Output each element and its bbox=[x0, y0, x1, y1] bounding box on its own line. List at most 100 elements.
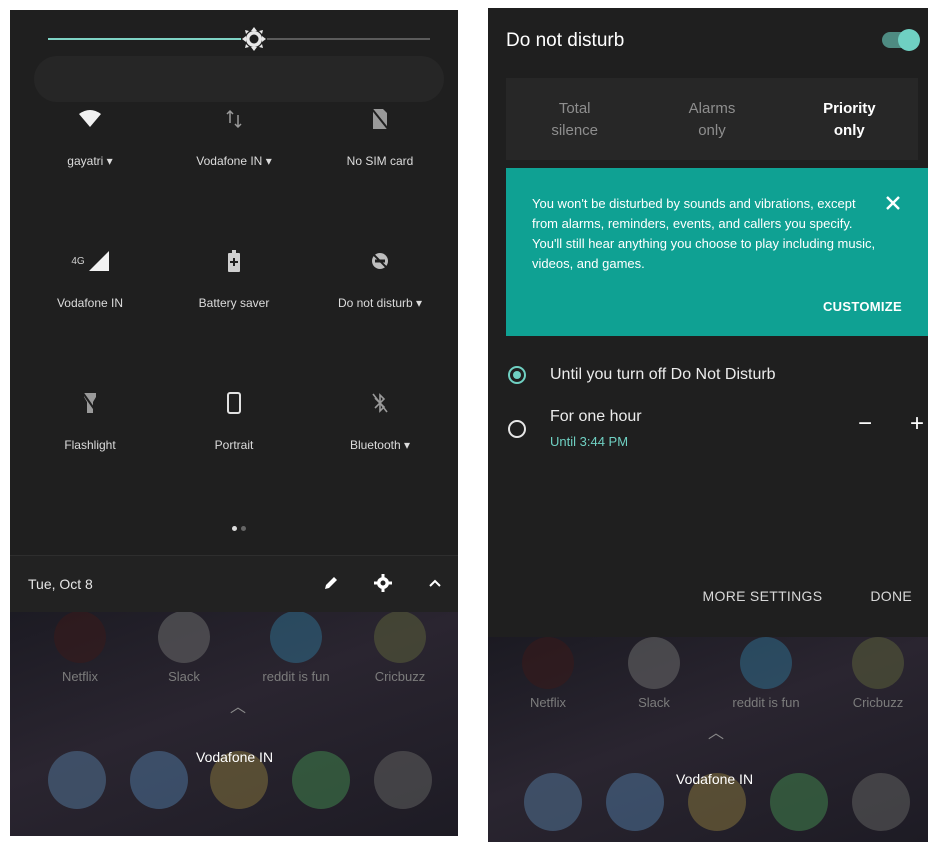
network-type-label: 4G bbox=[71, 255, 85, 267]
page-dot bbox=[241, 526, 246, 531]
mode-priority-only[interactable]: Priority only bbox=[781, 78, 918, 160]
tile-label: Portrait bbox=[214, 438, 254, 452]
settings-gear-icon[interactable] bbox=[372, 572, 394, 594]
whatsapp-icon[interactable] bbox=[292, 751, 350, 809]
reddit-icon bbox=[270, 611, 322, 663]
mode-label: only bbox=[833, 122, 865, 139]
radio-selected[interactable] bbox=[508, 366, 526, 384]
tile-do-not-disturb[interactable]: Do not disturb ▾ bbox=[310, 248, 450, 310]
slack-icon bbox=[158, 611, 210, 663]
collapse-chevron-icon[interactable] bbox=[424, 572, 446, 594]
app-reddit[interactable]: reddit is fun bbox=[254, 611, 338, 684]
tile-wifi[interactable]: gayatri ▾ bbox=[20, 106, 160, 168]
do-not-disturb-panel: Netflix Slack reddit is fun Cricbuzz ︿ V… bbox=[488, 8, 928, 842]
app-label: Netflix bbox=[529, 695, 567, 710]
tile-label: Battery saver bbox=[198, 296, 270, 310]
mobile-data-icon bbox=[226, 109, 242, 129]
app-netflix[interactable]: Netflix bbox=[516, 637, 580, 710]
tile-label: Vodafone IN bbox=[196, 154, 263, 168]
tile-label: Bluetooth bbox=[349, 438, 401, 452]
mode-label: silence bbox=[551, 122, 599, 139]
reddit-icon bbox=[740, 637, 792, 689]
docs-icon[interactable] bbox=[130, 751, 188, 809]
page-indicator bbox=[230, 518, 248, 536]
bluetooth-off-icon bbox=[372, 393, 388, 413]
tile-mobile-data[interactable]: Vodafone IN ▾ bbox=[164, 106, 304, 168]
mode-label: Priority bbox=[823, 100, 876, 117]
chevron-down-icon[interactable]: ▾ bbox=[107, 154, 113, 168]
mode-label: Total bbox=[558, 100, 591, 117]
phone-icon[interactable] bbox=[524, 773, 582, 831]
battery-saver-icon bbox=[228, 250, 240, 272]
increase-button[interactable]: + bbox=[910, 410, 924, 438]
page-dot-active bbox=[232, 526, 237, 531]
chevron-down-icon[interactable]: ▾ bbox=[416, 296, 422, 310]
app-drawer-chevron-icon[interactable]: ︿ bbox=[230, 693, 246, 717]
tile-bluetooth[interactable]: Bluetooth ▾ bbox=[310, 390, 450, 452]
done-button[interactable]: DONE bbox=[870, 588, 912, 604]
radio-unselected[interactable] bbox=[508, 420, 526, 438]
app-label: Slack bbox=[168, 669, 200, 684]
dnd-toggle[interactable] bbox=[882, 29, 920, 51]
more-settings-button[interactable]: MORE SETTINGS bbox=[703, 588, 823, 604]
mode-total-silence[interactable]: Total silence bbox=[506, 78, 643, 160]
dialog-actions: MORE SETTINGS DONE bbox=[703, 588, 912, 604]
option-label: For one hour bbox=[550, 408, 642, 425]
tile-no-sim[interactable]: No SIM card bbox=[310, 106, 450, 168]
slack-icon bbox=[628, 637, 680, 689]
panel-title: Do not disturb bbox=[506, 30, 625, 51]
camera-icon[interactable] bbox=[852, 773, 910, 831]
app-cricbuzz[interactable]: Cricbuzz bbox=[840, 637, 916, 710]
tile-battery-saver[interactable]: Battery saver bbox=[164, 248, 304, 310]
toggle-knob bbox=[898, 29, 920, 51]
tile-portrait[interactable]: Portrait bbox=[164, 390, 304, 452]
tile-label: No SIM card bbox=[346, 154, 414, 168]
option-label: Until you turn off Do Not Disturb bbox=[550, 366, 776, 383]
mode-alarms-only[interactable]: Alarms only bbox=[643, 78, 780, 160]
close-icon[interactable] bbox=[884, 194, 902, 212]
app-slack[interactable]: Slack bbox=[152, 611, 216, 684]
app-label: reddit is fun bbox=[262, 669, 330, 684]
app-reddit[interactable]: reddit is fun bbox=[724, 637, 808, 710]
option-until-off[interactable]: Until you turn off Do Not Disturb bbox=[508, 366, 918, 396]
info-card: You won't be disturbed by sounds and vib… bbox=[506, 168, 928, 336]
edit-icon[interactable] bbox=[320, 572, 342, 594]
customize-button[interactable]: CUSTOMIZE bbox=[823, 299, 902, 314]
app-label: Cricbuzz bbox=[852, 695, 904, 710]
chevron-down-icon[interactable]: ▾ bbox=[404, 438, 410, 452]
option-one-hour[interactable]: For one hour Until 3:44 PM − + bbox=[508, 408, 924, 458]
tile-label: Vodafone IN bbox=[56, 296, 124, 310]
docs-icon[interactable] bbox=[606, 773, 664, 831]
tile-flashlight[interactable]: Flashlight bbox=[20, 390, 160, 452]
dnd-mode-selector: Total silence Alarms only Priority only bbox=[506, 78, 918, 160]
app-drawer-chevron-icon[interactable]: ︿ bbox=[708, 719, 724, 743]
flashlight-off-icon bbox=[82, 392, 98, 414]
app-slack[interactable]: Slack bbox=[622, 637, 686, 710]
carrier-label: Vodafone IN bbox=[676, 771, 754, 787]
search-bar-background bbox=[34, 56, 444, 102]
app-label: Cricbuzz bbox=[374, 669, 426, 684]
quick-settings-panel: Netflix Slack reddit is fun Cricbuzz ︿ V… bbox=[10, 10, 458, 836]
home-wallpaper: Netflix Slack reddit is fun Cricbuzz ︿ V… bbox=[488, 637, 928, 842]
decrease-button[interactable]: − bbox=[858, 410, 872, 438]
quick-settings-footer: Tue, Oct 8 bbox=[10, 555, 458, 612]
wifi-icon bbox=[79, 110, 101, 127]
phone-icon[interactable] bbox=[48, 751, 106, 809]
chevron-down-icon[interactable]: ▾ bbox=[266, 154, 272, 168]
app-netflix[interactable]: Netflix bbox=[48, 611, 112, 684]
do-not-disturb-icon bbox=[371, 252, 389, 270]
app-label: reddit is fun bbox=[732, 695, 800, 710]
brightness-slider[interactable] bbox=[48, 26, 430, 52]
portrait-icon bbox=[227, 392, 241, 414]
tile-cellular[interactable]: 4G Vodafone IN bbox=[20, 248, 160, 310]
mode-label: only bbox=[698, 122, 726, 139]
info-message: You won't be disturbed by sounds and vib… bbox=[532, 196, 876, 271]
camera-icon[interactable] bbox=[374, 751, 432, 809]
date-label: Tue, Oct 8 bbox=[28, 576, 93, 592]
home-wallpaper: Netflix Slack reddit is fun Cricbuzz ︿ V… bbox=[10, 601, 458, 836]
app-cricbuzz[interactable]: Cricbuzz bbox=[362, 611, 438, 684]
brightness-icon[interactable] bbox=[240, 25, 268, 53]
brightness-fill bbox=[48, 38, 255, 40]
tile-label: gayatri bbox=[67, 154, 104, 168]
whatsapp-icon[interactable] bbox=[770, 773, 828, 831]
